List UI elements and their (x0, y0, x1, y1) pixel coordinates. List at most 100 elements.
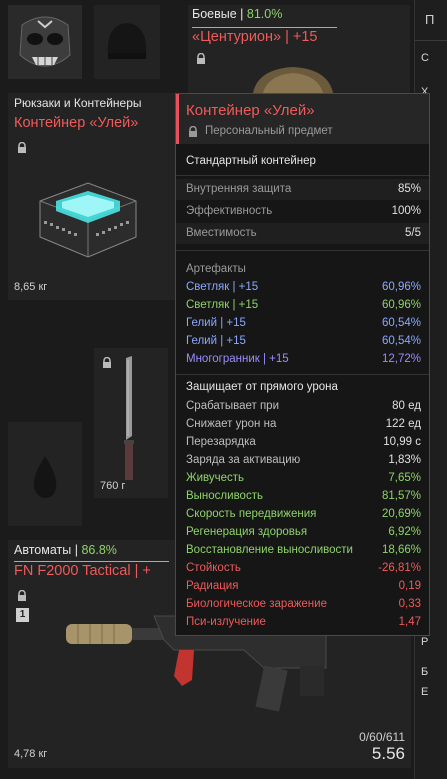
stat-row: Эффективность 100% (186, 203, 421, 220)
weapon-divider: | (71, 543, 82, 557)
artifact-row: Светляк | +15 60,96% (186, 279, 421, 296)
right-panel-letter-22: Б (421, 666, 429, 678)
stat-value: 85% (397, 183, 421, 195)
artifacts-header: Артефакты (186, 263, 246, 275)
effect-value: -26,81% (378, 562, 421, 574)
tooltip-subtitle: Персональный предмет (205, 125, 333, 137)
artifact-slot-empty[interactable] (8, 422, 82, 526)
artifact-name: Гелий | +15 (186, 335, 246, 347)
effect-label: Живучесть (186, 472, 245, 484)
weapon-ammo: 0/60/611 (359, 730, 405, 744)
helmet-icon (253, 67, 333, 93)
effect-value: 20,69% (381, 508, 421, 520)
right-panel-header: П (425, 12, 435, 27)
artifact-value: 60,96% (381, 281, 421, 293)
machete-icon (124, 356, 134, 480)
stat-label: Вместимость (186, 227, 257, 239)
effect-label: Заряда за активацию (186, 454, 301, 466)
effect-row: Пси-излучение 1,47 (186, 614, 421, 631)
weapon-name: FN F2000 Tactical | + (14, 563, 151, 579)
artifact-value: 60,54% (381, 317, 421, 329)
tooltip-accent-bar (176, 94, 179, 144)
item-tooltip: Контейнер «Улей» Персональный предмет Ст… (175, 93, 430, 636)
backpack-slot[interactable]: Рюкзаки и Контейнеры Контейнер «Улей» 8,… (8, 93, 178, 300)
hood-icon (107, 23, 147, 59)
weapon-count-badge: 1 (16, 608, 29, 622)
tooltip-lock-icon (188, 126, 198, 138)
effect-row: Стойкость -26,81% (186, 560, 421, 577)
effect-label: Стойкость (186, 562, 241, 574)
effect-value: 80 ед (392, 400, 421, 412)
effect-row: Живучесть 7,65% (186, 470, 421, 487)
right-panel-letter-0: С (421, 52, 429, 64)
helmet-category: Боевые (192, 7, 237, 21)
effect-row: Заряда за активацию 1,83% (186, 452, 421, 469)
effect-label: Восстановление выносливости (186, 544, 353, 556)
effect-row: Перезарядка 10,99 с (186, 434, 421, 451)
stat-label: Внутренняя защита (186, 183, 292, 195)
drop-silhouette-icon (33, 456, 57, 498)
container-icon (39, 182, 137, 258)
artifact-value: 12,72% (381, 353, 421, 365)
melee-lock-icon (102, 357, 112, 369)
effect-label: Скорость передвижения (186, 508, 317, 520)
effect-value: 0,19 (398, 580, 421, 592)
hood-slot[interactable] (94, 5, 160, 79)
effect-value: 81,57% (381, 490, 421, 502)
tooltip-header: Контейнер «Улей» Персональный предмет (176, 94, 429, 144)
effect-value: 6,92% (388, 526, 421, 538)
tooltip-title: Контейнер «Улей» (186, 102, 315, 119)
effect-row: Регенерация здоровья 6,92% (186, 524, 421, 541)
weapon-level: 5.56 (371, 744, 405, 763)
right-panel-letter-21: Р (421, 636, 429, 648)
effect-label: Снижает урон на (186, 418, 277, 430)
artifact-row: Гелий | +15 60,54% (186, 333, 421, 350)
effect-value: 18,66% (381, 544, 421, 556)
helmet-divider: | (236, 7, 247, 21)
effect-label: Срабатывает при (186, 400, 279, 412)
weapon-weight: 4,78 кг (14, 748, 48, 760)
artifact-value: 60,96% (381, 299, 421, 311)
effect-row: Срабатывает при 80 ед (186, 398, 421, 415)
stat-value: 5/5 (405, 227, 421, 239)
effect-value: 0,33 (398, 598, 421, 610)
helmet-name: «Центурион» | +15 (192, 29, 318, 45)
weapon-lock-icon (17, 590, 27, 602)
effect-value: 1,47 (398, 616, 421, 628)
weapon-category: Автоматы (14, 543, 72, 557)
weapon-rating: 86.8% (81, 543, 117, 557)
stat-row: Внутренняя защита 85% (186, 181, 421, 198)
right-panel-letter-23: Е (421, 686, 429, 698)
effect-label: Радиация (186, 580, 239, 592)
backpack-weight: 8,65 кг (14, 281, 48, 293)
effect-label: Выносливость (186, 490, 263, 502)
protect-header: Защищает от прямого урона (186, 381, 338, 393)
artifact-name: Гелий | +15 (186, 317, 246, 329)
effect-row: Радиация 0,19 (186, 578, 421, 595)
artifact-name: Многогранник | +15 (186, 353, 289, 365)
artifact-row: Гелий | +15 60,54% (186, 315, 421, 332)
effect-row: Выносливость 81,57% (186, 488, 421, 505)
face-slot[interactable] (8, 5, 82, 79)
effect-value: 10,99 с (383, 436, 421, 448)
backpack-category: Рюкзаки и Контейнеры (14, 96, 142, 110)
stat-value: 100% (391, 205, 421, 217)
helmet-slot[interactable]: Боевые | 81.0% «Центурион» | +15 (188, 5, 410, 93)
artifact-row: Многогранник | +15 12,72% (186, 351, 421, 368)
effect-label: Перезарядка (186, 436, 256, 448)
helmet-rating: 81.0% (246, 7, 283, 21)
effect-label: Пси-излучение (186, 616, 266, 628)
effect-row: Скорость передвижения 20,69% (186, 506, 421, 523)
melee-weight: 760 г (100, 480, 126, 492)
effect-label: Регенерация здоровья (186, 526, 308, 538)
stat-row: Вместимость 5/5 (186, 225, 421, 242)
artifact-name: Светляк | +15 (186, 299, 259, 311)
artifact-value: 60,54% (381, 335, 421, 347)
effect-value: 122 ед (385, 418, 421, 430)
helmet-lock-icon (196, 53, 206, 65)
effect-value: 1,83% (388, 454, 421, 466)
backpack-name: Контейнер «Улей» (14, 115, 139, 131)
effect-row: Биологическое заражение 0,33 (186, 596, 421, 613)
melee-slot[interactable]: 760 г (94, 348, 168, 498)
mask-icon (8, 5, 82, 79)
